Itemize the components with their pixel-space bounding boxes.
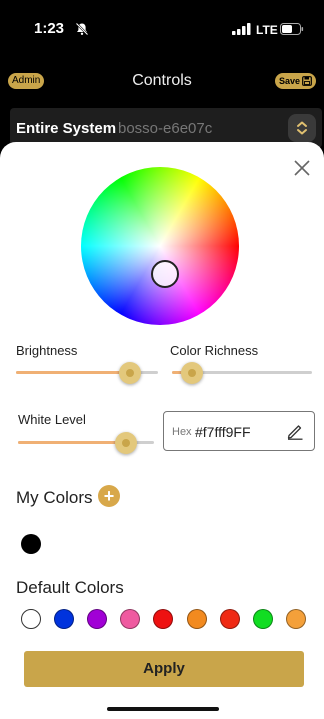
home-indicator (107, 707, 219, 711)
color-swatch[interactable] (54, 609, 75, 629)
slider-thumb[interactable] (114, 432, 137, 454)
brightness-slider[interactable] (16, 362, 158, 384)
slider-thumb[interactable] (119, 362, 142, 384)
floppy-disk-icon (302, 76, 312, 86)
white-level-slider[interactable] (18, 432, 154, 454)
status-bar: 1:23 LTE (0, 0, 324, 60)
color-wheel[interactable] (81, 167, 239, 325)
color-swatch[interactable] (153, 609, 174, 629)
slider-thumb[interactable] (181, 362, 204, 384)
color-swatch[interactable] (219, 609, 240, 629)
color-swatch[interactable] (285, 609, 306, 629)
hex-input[interactable]: Hex #f7fff9FF (163, 411, 315, 451)
save-label: Save (278, 76, 300, 86)
system-dropdown-button[interactable] (288, 114, 316, 142)
add-color-button[interactable]: + (98, 485, 120, 507)
slider-fill (18, 441, 126, 444)
color-wheel-container (81, 167, 239, 325)
status-time: 1:23 (34, 20, 65, 37)
color-swatch[interactable] (186, 609, 207, 629)
my-colors-title: My Colors (16, 488, 93, 507)
color-swatch[interactable] (21, 534, 41, 554)
white-level-label: White Level (18, 412, 86, 427)
hex-label: Hex (172, 426, 192, 438)
color-swatch[interactable] (252, 609, 273, 629)
app-header: Admin Controls Save (0, 62, 324, 102)
color-wheel-cursor[interactable] (151, 260, 179, 288)
save-button[interactable]: Save (274, 73, 316, 89)
bell-muted-icon (75, 22, 89, 36)
default-colors-title: Default Colors (16, 578, 124, 597)
color-picker-sheet: Brightness Color Richness White Level He… (0, 142, 324, 719)
system-id: bosso-e6e07c (118, 120, 213, 137)
pencil-icon[interactable] (286, 422, 304, 440)
close-icon[interactable] (292, 158, 312, 178)
color-swatch[interactable] (120, 609, 141, 629)
signal-icon (232, 23, 251, 35)
battery-icon (280, 23, 304, 35)
color-swatch[interactable] (21, 609, 41, 629)
brightness-label: Brightness (16, 343, 78, 358)
color-richness-slider[interactable] (172, 362, 312, 384)
network-label: LTE (256, 23, 278, 37)
color-swatch[interactable] (87, 609, 108, 629)
hex-value[interactable]: #f7fff9FF (195, 424, 251, 440)
slider-fill (16, 371, 131, 374)
system-name: Entire System (16, 120, 117, 137)
color-richness-label: Color Richness (170, 343, 259, 358)
apply-button[interactable]: Apply (24, 651, 304, 687)
chevron-up-down-icon (297, 121, 307, 135)
